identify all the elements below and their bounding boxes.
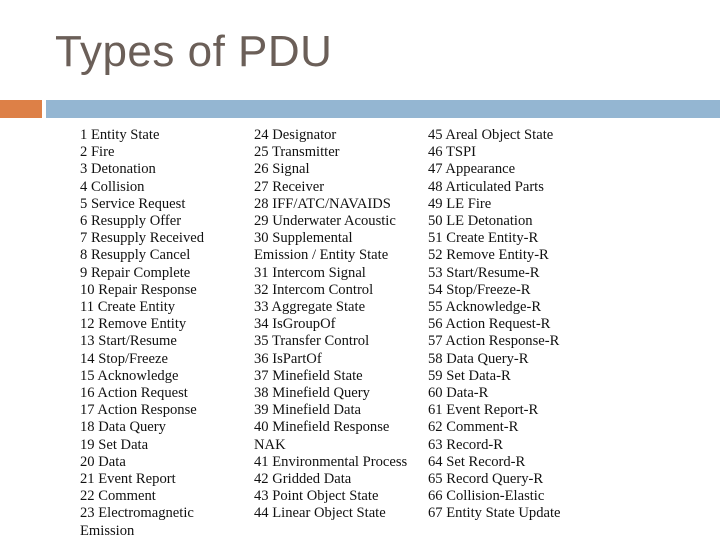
pdu-list-item: 2 Fire xyxy=(80,144,115,161)
pdu-list-item: 10 Repair Response xyxy=(80,281,197,298)
pdu-list-item: 30 Supplemental xyxy=(254,230,353,247)
pdu-list-item: 11 Create Entity xyxy=(80,299,176,316)
pdu-column-2: 24 Designator 25 Transmitter 26 Signal 27 R… xyxy=(254,127,407,523)
pdu-list-item: 14 Stop/Freeze xyxy=(80,350,168,367)
pdu-list-item: 1 Entity State xyxy=(80,127,160,143)
pdu-list-item: 50 LE Detonation xyxy=(428,213,533,230)
pdu-list-item: 49 LE Fire xyxy=(428,195,492,212)
pdu-list-item: 3 Detonation xyxy=(80,161,156,178)
pdu-list-item: 24 Designator xyxy=(254,127,337,143)
pdu-list-item: NAK xyxy=(254,436,286,453)
pdu-list-item: 18 Data Query xyxy=(80,419,166,436)
pdu-list-item: 59 Set Data-R xyxy=(428,367,511,384)
pdu-list-item: 19 Set Data xyxy=(80,436,149,453)
pdu-list-item: 21 Event Report xyxy=(80,471,176,488)
pdu-list-item: 35 Transfer Control xyxy=(254,333,370,350)
accent-bar-blue xyxy=(46,100,720,118)
pdu-list-item: 57 Action Response-R xyxy=(428,333,560,350)
pdu-list-item: 28 IFF/ATC/NAVAIDS xyxy=(254,195,391,212)
pdu-list-item: 37 Minefield State xyxy=(254,367,363,384)
pdu-list-item: 40 Minefield Response xyxy=(254,419,390,436)
pdu-list-item: 15 Acknowledge xyxy=(80,367,179,384)
pdu-list-item: 39 Minefield Data xyxy=(254,402,361,419)
pdu-list-item: 22 Comment xyxy=(80,488,156,505)
pdu-list-item: 67 Entity State Update xyxy=(428,505,561,522)
pdu-list-item: 36 IsPartOf xyxy=(254,350,322,367)
pdu-list-item: Emission / Entity State xyxy=(254,247,389,264)
pdu-list-item: 12 Remove Entity xyxy=(80,316,187,333)
pdu-list-item: 20 Data xyxy=(80,453,126,470)
pdu-list-item: 56 Action Request-R xyxy=(428,316,551,333)
pdu-list-item: 25 Transmitter xyxy=(254,144,340,161)
pdu-list-item: 54 Stop/Freeze-R xyxy=(428,281,531,298)
pdu-list-item: 62 Comment-R xyxy=(428,419,519,436)
pdu-list-item: 29 Underwater Acoustic xyxy=(254,213,396,230)
pdu-list-item: 64 Set Record-R xyxy=(428,453,526,470)
pdu-list-item: 43 Point Object State xyxy=(254,488,379,505)
pdu-list-item: 16 Action Request xyxy=(80,385,188,402)
pdu-list-item: 13 Start/Resume xyxy=(80,333,177,350)
pdu-list-item: 55 Acknowledge-R xyxy=(428,299,542,316)
pdu-list-item: 53 Start/Resume-R xyxy=(428,264,540,281)
pdu-list-item: 27 Receiver xyxy=(254,178,325,195)
pdu-list-item: 32 Intercom Control xyxy=(254,281,374,298)
pdu-list-item: 63 Record-R xyxy=(428,436,503,453)
pdu-list-item: 61 Event Report-R xyxy=(428,402,539,419)
accent-bar-orange xyxy=(0,100,42,118)
pdu-list-item: 9 Repair Complete xyxy=(80,264,191,281)
pdu-list-item: Emission xyxy=(80,522,135,539)
pdu-list-item: 66 Collision-Elastic xyxy=(428,488,545,505)
pdu-column-1: 1 Entity State 2 Fire 3 Detonation 4 Collis… xyxy=(80,127,204,540)
slide-title: Types of PDU xyxy=(55,27,333,76)
pdu-list-item: 23 Electromagnetic xyxy=(80,505,194,522)
pdu-list-item: 7 Resupply Received xyxy=(80,230,205,247)
pdu-list-item: 65 Record Query-R xyxy=(428,471,544,488)
pdu-list-item: 41 Environmental Process xyxy=(254,453,408,470)
pdu-list-item: 33 Aggregate State xyxy=(254,299,366,316)
pdu-list-item: 46 TSPI xyxy=(428,144,476,161)
pdu-list-item: 31 Intercom Signal xyxy=(254,264,366,281)
pdu-column-3: 45 Areal Object State 46 TSPI 47 Appearanc… xyxy=(428,127,561,523)
pdu-list-item: 44 Linear Object State xyxy=(254,505,386,522)
pdu-list-item: 8 Resupply Cancel xyxy=(80,247,191,264)
pdu-list-item: 5 Service Request xyxy=(80,195,186,212)
pdu-list-item: 26 Signal xyxy=(254,161,310,178)
pdu-list-item: 52 Remove Entity-R xyxy=(428,247,549,264)
pdu-list-item: 48 Articulated Parts xyxy=(428,178,544,195)
pdu-list-item: 47 Appearance xyxy=(428,161,516,178)
pdu-list-item: 34 IsGroupOf xyxy=(254,316,336,333)
pdu-list-item: 6 Resupply Offer xyxy=(80,213,182,230)
pdu-list-item: 45 Areal Object State xyxy=(428,127,554,143)
pdu-list-item: 60 Data-R xyxy=(428,385,489,402)
pdu-list-item: 58 Data Query-R xyxy=(428,350,529,367)
pdu-list-item: 42 Gridded Data xyxy=(254,471,352,488)
pdu-list-item: 17 Action Response xyxy=(80,402,197,419)
pdu-list-item: 38 Minefield Query xyxy=(254,385,370,402)
pdu-list-item: 4 Collision xyxy=(80,178,145,195)
pdu-list-item: 51 Create Entity-R xyxy=(428,230,539,247)
